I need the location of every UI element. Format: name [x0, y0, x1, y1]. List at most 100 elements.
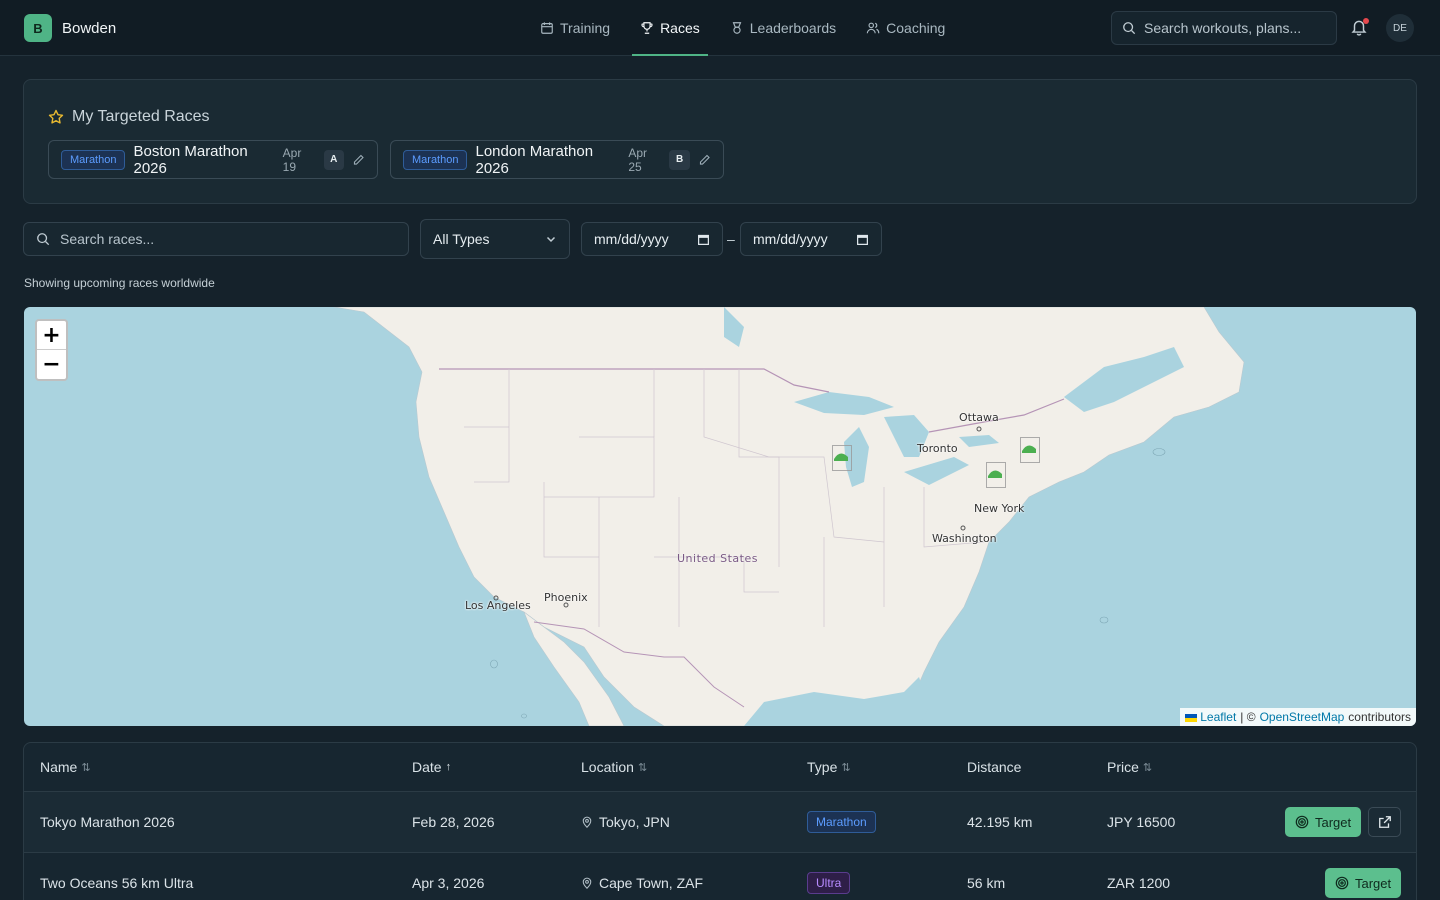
- race-type-badge: Marathon: [403, 149, 468, 170]
- table-header: Name ⇅ Date ↑ Location ⇅ Type ⇅ Distance Pri…: [24, 743, 1416, 792]
- race-type-badge: Marathon: [61, 149, 126, 170]
- user-avatar[interactable]: DE: [1386, 14, 1414, 42]
- users-icon: [866, 22, 880, 34]
- race-priority-badge[interactable]: B: [669, 149, 690, 170]
- star-icon: [48, 109, 64, 124]
- column-header-type[interactable]: Type ⇅: [807, 759, 851, 775]
- race-marker-icon[interactable]: [832, 445, 852, 471]
- race-search-input[interactable]: [60, 231, 380, 247]
- race-date: Apr 3, 2026: [412, 875, 485, 891]
- top-navbar: B Bowden Training Races Leaderboards Coa…: [0, 0, 1440, 56]
- leaflet-link-label: Leaflet: [1200, 710, 1237, 724]
- race-location: Cape Town, ZAF: [581, 875, 703, 891]
- sort-asc-icon: ↑: [445, 761, 452, 773]
- nav-training[interactable]: Training: [536, 0, 614, 56]
- targeted-races-title: My Targeted Races: [48, 108, 210, 126]
- nav-coaching-label: Coaching: [886, 20, 946, 36]
- medal-icon: [732, 22, 742, 34]
- race-date: Feb 28, 2026: [412, 814, 495, 830]
- race-map[interactable]: Ottawa Toronto New York Washington Unite…: [24, 307, 1416, 726]
- race-type-badge: Ultra: [807, 872, 851, 894]
- nav-leaderboards-label: Leaderboards: [749, 20, 837, 36]
- race-location-text: Cape Town, ZAF: [599, 875, 704, 891]
- target-button-label: Target: [1315, 814, 1352, 830]
- race-priority-badge[interactable]: A: [323, 149, 344, 170]
- race-marker-icon[interactable]: [986, 462, 1006, 488]
- date-from-input[interactable]: mm/dd/yyyy: [581, 222, 723, 256]
- column-header-date-label: Date: [412, 759, 442, 775]
- search-icon: [1123, 22, 1136, 35]
- map-zoom-control: + −: [35, 319, 68, 381]
- sort-icon: ⇅: [81, 761, 91, 774]
- chevron-down-icon: [546, 236, 556, 243]
- nav-races[interactable]: Races: [632, 0, 708, 56]
- map-label-washington: Washington: [932, 532, 997, 545]
- race-search[interactable]: [23, 222, 409, 256]
- map-pin-icon: [582, 877, 592, 889]
- brand-logo: B: [24, 14, 52, 42]
- global-search-input[interactable]: [1144, 20, 1324, 36]
- race-type-value: All Types: [433, 231, 490, 247]
- nav-coaching[interactable]: Coaching: [862, 0, 949, 56]
- races-table: Name ⇅ Date ↑ Location ⇅ Type ⇅ Distance Pri…: [23, 742, 1417, 900]
- target-icon: [1335, 876, 1349, 890]
- attribution-suffix: contributors: [1348, 710, 1411, 724]
- target-button[interactable]: Target: [1285, 807, 1362, 837]
- map-label-los-angeles: Los Angeles: [465, 599, 531, 612]
- targeted-race-date: Apr 19: [282, 145, 302, 174]
- leaflet-link[interactable]: Leaflet: [1185, 710, 1236, 724]
- race-type-badge: Marathon: [807, 811, 876, 833]
- targeted-race-name: London Marathon 2026: [475, 142, 594, 177]
- map-attribution: Leaflet | © OpenStreetMap contributors: [1180, 708, 1416, 726]
- targeted-races-heading: My Targeted Races: [72, 108, 210, 125]
- targeted-races-panel: My Targeted Races Marathon Boston Marath…: [23, 79, 1417, 204]
- edit-icon[interactable]: [698, 153, 711, 167]
- calendar-icon[interactable]: [697, 233, 710, 246]
- column-header-distance-label: Distance: [967, 759, 1022, 775]
- sort-icon: ⇅: [637, 761, 648, 774]
- search-icon: [37, 233, 50, 246]
- race-location-text: Tokyo, JPN: [599, 814, 670, 830]
- race-type-select[interactable]: All Types: [420, 219, 570, 259]
- date-from-value: mm/dd/yyyy: [594, 231, 669, 247]
- osm-link[interactable]: OpenStreetMap: [1260, 710, 1345, 724]
- column-header-name[interactable]: Name ⇅: [40, 759, 91, 775]
- column-header-location-label: Location: [581, 759, 634, 775]
- race-marker-icon[interactable]: [1020, 437, 1040, 463]
- column-header-distance: Distance: [967, 759, 1021, 775]
- race-name: Tokyo Marathon 2026: [40, 814, 175, 830]
- date-range-separator: –: [727, 231, 735, 247]
- date-to-input[interactable]: mm/dd/yyyy: [740, 222, 882, 256]
- column-header-location[interactable]: Location ⇅: [581, 759, 647, 775]
- targeted-race-chip[interactable]: Marathon Boston Marathon 2026 Apr 19 A: [48, 140, 378, 179]
- map-tiles[interactable]: [24, 307, 1416, 726]
- zoom-in-button[interactable]: +: [37, 321, 66, 350]
- target-button-label: Target: [1355, 875, 1392, 891]
- target-icon: [1295, 815, 1309, 829]
- global-search[interactable]: [1111, 11, 1337, 45]
- nav-leaderboards[interactable]: Leaderboards: [726, 0, 840, 56]
- target-button[interactable]: Target: [1325, 868, 1402, 898]
- calendar-icon[interactable]: [856, 233, 869, 246]
- map-label-toronto: Toronto: [917, 442, 958, 455]
- table-row[interactable]: Two Oceans 56 km Ultra Apr 3, 2026 Cape …: [24, 853, 1416, 900]
- column-header-date[interactable]: Date ↑: [412, 759, 451, 775]
- race-distance: 56 km: [967, 875, 1006, 891]
- edit-icon[interactable]: [352, 153, 365, 167]
- external-link-button[interactable]: [1368, 807, 1401, 837]
- race-name: Two Oceans 56 km Ultra: [40, 875, 194, 891]
- notification-dot: [1363, 18, 1369, 24]
- external-link-icon: [1378, 816, 1391, 828]
- targeted-race-name: Boston Marathon 2026: [133, 142, 248, 177]
- table-row[interactable]: Tokyo Marathon 2026 Feb 28, 2026 Tokyo, …: [24, 792, 1416, 853]
- map-label-new-york: New York: [974, 502, 1025, 515]
- targeted-race-chip[interactable]: Marathon London Marathon 2026 Apr 25 B: [390, 140, 724, 179]
- brand[interactable]: B Bowden: [24, 14, 116, 42]
- trophy-icon: [641, 22, 653, 34]
- map-label-united-states: United States: [677, 552, 758, 565]
- nav-races-label: Races: [660, 20, 700, 36]
- zoom-out-button[interactable]: −: [37, 350, 66, 379]
- column-header-price[interactable]: Price ⇅: [1107, 759, 1152, 775]
- notifications-button[interactable]: [1350, 18, 1370, 38]
- column-header-price-label: Price: [1107, 759, 1139, 775]
